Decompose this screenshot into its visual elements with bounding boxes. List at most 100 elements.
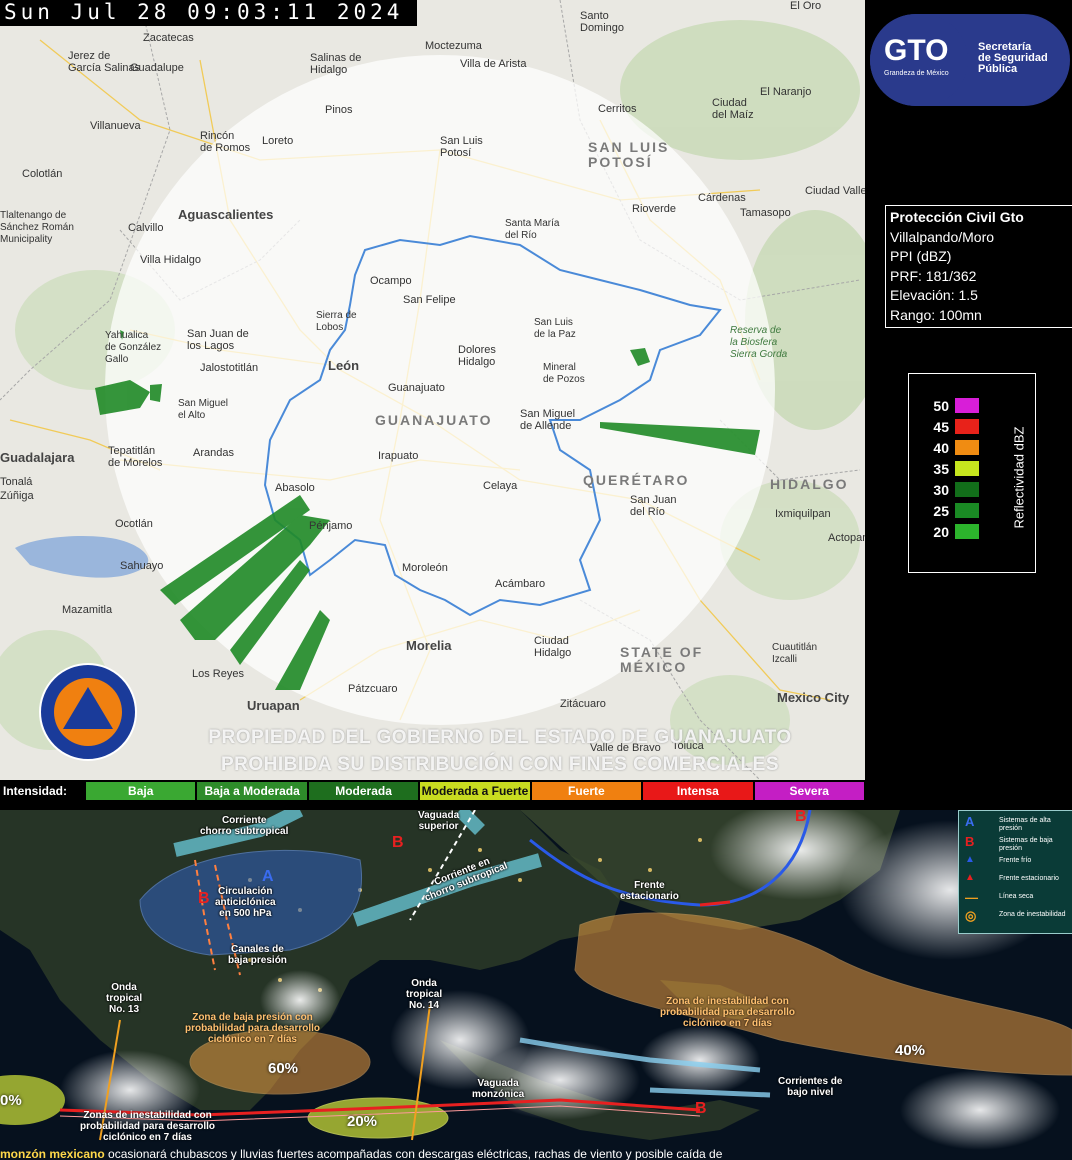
city-label: San Luis Potosí (440, 135, 483, 159)
label-tropical-wave-14: Onda tropical No. 14 (406, 978, 443, 1011)
probability-0: 0% (0, 1092, 22, 1109)
label-monsoon-trough: Vaguada monzónica (472, 1078, 525, 1100)
legend-row: 50 (923, 398, 1003, 414)
legend-symbol: ▲ (965, 872, 975, 883)
radar-map[interactable]: Sun Jul 28 09:03:11 2024 Zacatecas Jerez… (0, 0, 865, 780)
legend-text: Frente estacionario (999, 875, 1059, 882)
info-line: Rango: 100mn (890, 306, 982, 323)
city-label: Morelia (406, 638, 452, 653)
place-label: Cerritos (598, 103, 637, 115)
legend-swatch (955, 440, 979, 455)
legend-swatch (955, 419, 979, 434)
place-label: Rincón de Romos (200, 130, 251, 154)
legend-value: 30 (933, 482, 949, 498)
place-label: Loreto (262, 135, 294, 147)
label-subtropical-jet-1: Corriente chorro subtropical (200, 815, 289, 837)
caption-bold: monzón mexicano (0, 1148, 105, 1160)
legend-symbol: — (965, 890, 978, 905)
label-low-level-currents: Corrientes de bajo nivel (778, 1076, 843, 1098)
legend-value: 50 (933, 398, 949, 414)
legend-swatch (955, 461, 979, 476)
place-label: Villa Hidalgo (140, 254, 201, 266)
place-label: Salinas de Hidalgo (310, 52, 362, 76)
intensity-moderada: Moderada (308, 782, 419, 800)
legend-swatch (955, 524, 979, 539)
intensity-intensa: Intensa (643, 782, 753, 800)
place-label: Tepatitlán de Morelos (108, 445, 163, 469)
place-label: Celaya (483, 480, 518, 492)
place-label: Calvillo (128, 222, 164, 234)
label-low-pressure-channels: Canales de baja presión (228, 944, 287, 966)
legend-row: 25 (923, 503, 1003, 519)
radar-timestamp: Sun Jul 28 09:03:11 2024 (0, 0, 418, 26)
radar-info-box: Protección Civil Gto Villalpando/Moro PP… (885, 205, 1072, 328)
city-label: Mexico City (777, 690, 850, 705)
intensity-moderada-fuerte: Moderada a Fuerte (420, 782, 530, 800)
reflectivity-legend: 50 45 40 35 30 25 20 Reflectividad dBZ (908, 373, 1036, 573)
place-label: Arandas (193, 447, 234, 459)
place-label: Mineral de Pozos (543, 362, 585, 385)
place-label: Zitácuaro (560, 698, 606, 710)
place-label: Cárdenas (698, 192, 746, 204)
probability-60: 60% (268, 1060, 299, 1077)
place-label: Dolores Hidalgo (458, 344, 496, 368)
place-label: San Luis de la Paz (534, 317, 576, 340)
label-anticyclonic-circulation: Circulación anticiclónica en 500 hPa (215, 886, 276, 919)
place-label: Jalostotitlán (200, 362, 259, 374)
place-label: Santa María del Río (505, 218, 560, 241)
legend-row: 20 (923, 524, 1003, 540)
satellite-legend: A Sistemas de alta presión B Sistemas de b… (958, 810, 1072, 934)
place-label: Guadalupe (130, 62, 184, 74)
legend-row: 40 (923, 440, 1003, 456)
city-label: Aguascalientes (178, 207, 274, 222)
place-label: Ciudad Hidalgo (534, 635, 572, 659)
place-label: Ixmiquilpan (775, 508, 831, 520)
logo-short: GTO (884, 34, 949, 67)
intensity-baja: Baja (86, 782, 196, 800)
city-label: León (328, 358, 360, 373)
place-label: Guanajuato (388, 382, 445, 394)
place-label: Santo Domingo (580, 10, 625, 34)
label-upper-trough: Vaguada superior (418, 810, 460, 832)
place-label: Actopan (828, 532, 865, 544)
city-label: Guadalajara (0, 450, 75, 465)
legend-value: 40 (933, 440, 949, 456)
place-label: Reserva de la Biosfera Sierra Gorda (730, 325, 788, 360)
probability-40: 40% (895, 1042, 926, 1059)
state-label: GUANAJUATO (375, 412, 493, 428)
intensity-baja-moderada: Baja a Moderada (197, 782, 307, 800)
label-instability-zones-bottom: Zonas de inestabilidad con probabilidad … (80, 1110, 216, 1143)
gto-logo: GTO Grandeza de México Secretaría de Seg… (870, 14, 1070, 106)
legend-value: 25 (933, 503, 949, 519)
info-line: Villalpando/Moro (890, 228, 995, 245)
place-label: Tlaltenango de Sánchez Román Municipalit… (0, 210, 74, 245)
legend-text: Sistemas de baja presión (999, 837, 1053, 852)
label-instability-zone-right: Zona de inestabilidad con probabilidad p… (660, 996, 796, 1029)
satellite-analysis[interactable]: Corriente chorro subtropical Vaguada sup… (0, 810, 1072, 1160)
low-pressure-letter: B (695, 1100, 707, 1117)
intensity-bar: Intensidad: Baja Baja a Moderada Moderad… (0, 780, 865, 802)
place-label: Tonalá (0, 476, 33, 488)
watermark-line-1: PROPIEDAD DEL GOBIERNO DEL ESTADO DE GUA… (208, 727, 792, 748)
place-label: San Juan del Río (630, 494, 677, 518)
intensity-fuerte: Fuerte (531, 782, 642, 800)
place-label: Sierra de Lobos (316, 310, 357, 333)
place-label: San Miguel el Alto (178, 398, 229, 421)
caption-rest: ocasionará chubascos y lluvias fuertes a… (104, 1148, 723, 1160)
place-label: Yahualica de González Gallo (105, 330, 162, 365)
intensity-severa: Severa (754, 782, 864, 800)
place-label: Tamasopo (740, 207, 791, 219)
legend-swatch (955, 503, 979, 518)
place-label: San Felipe (403, 294, 456, 306)
place-label: Acámbaro (495, 578, 546, 590)
logo-line-3: Pública (978, 63, 1018, 75)
place-label: Ocotlán (115, 518, 153, 530)
place-label: Moctezuma (425, 40, 482, 52)
legend-value: 45 (933, 419, 949, 435)
label-low-pressure-zone: Zona de baja presión con probabilidad pa… (185, 1012, 321, 1045)
place-label: Villa de Arista (460, 58, 527, 70)
place-label: Zacatecas (143, 32, 194, 44)
state-label: HIDALGO (770, 476, 849, 492)
legend-text: Frente frío (999, 857, 1032, 864)
place-label: Pénjamo (309, 520, 353, 532)
